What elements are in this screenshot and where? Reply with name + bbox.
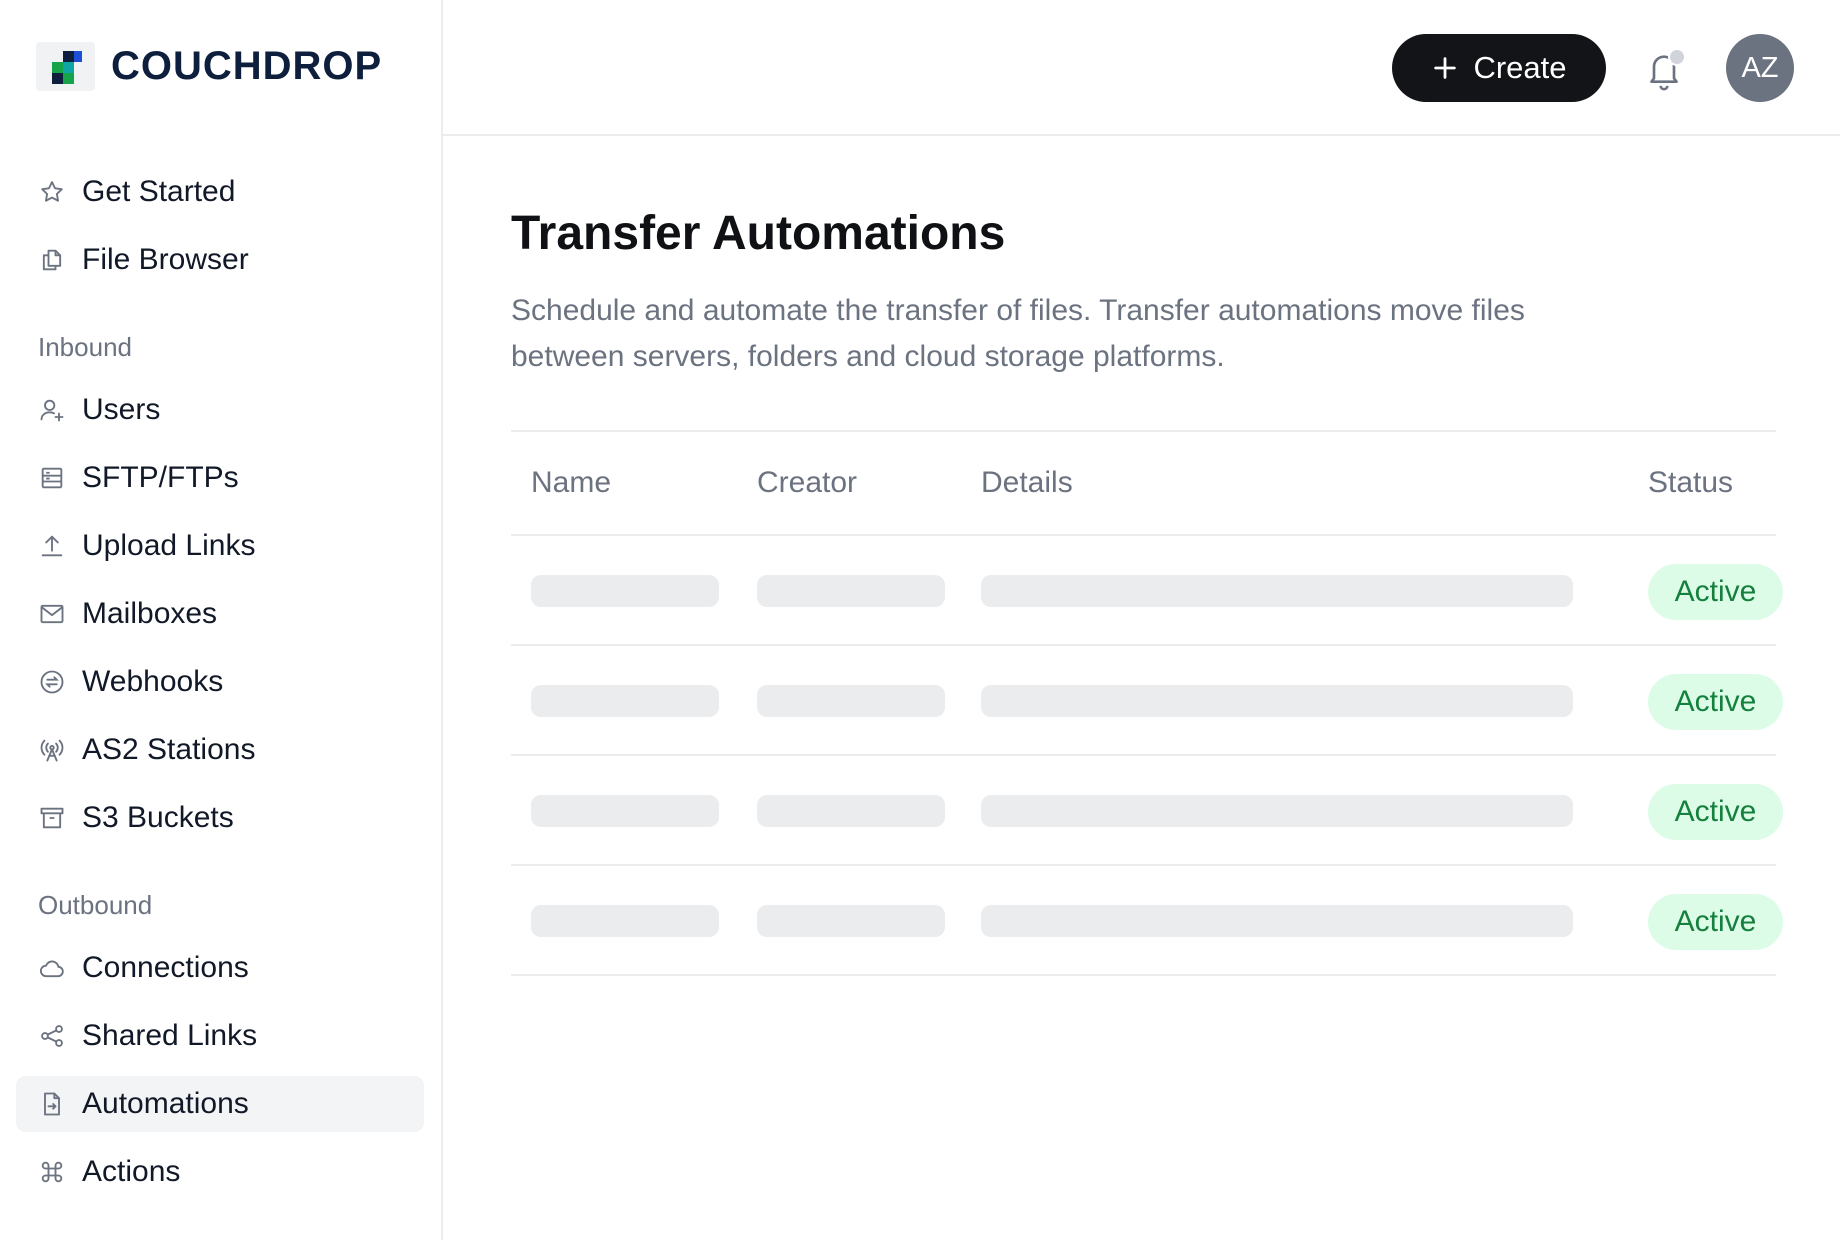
sidebar-item-label: S3 Buckets bbox=[82, 801, 234, 834]
column-header-name[interactable]: Name bbox=[531, 466, 611, 500]
sidebar-item-label: Upload Links bbox=[82, 529, 256, 562]
sidebar-item-label: SFTP/FTPs bbox=[82, 461, 239, 494]
user-plus-icon bbox=[36, 394, 68, 426]
notifications-bell[interactable] bbox=[1644, 48, 1686, 92]
notification-dot bbox=[1668, 48, 1686, 66]
upload-icon bbox=[36, 530, 68, 562]
table-row[interactable]: Active bbox=[511, 536, 1783, 646]
create-button-label: Create bbox=[1473, 50, 1567, 85]
sidebar-item-users[interactable]: Users bbox=[16, 382, 424, 438]
sidebar-item-label: Users bbox=[82, 393, 161, 426]
name-skeleton bbox=[531, 795, 719, 827]
table-row[interactable]: Active bbox=[511, 646, 1783, 756]
status-badge: Active bbox=[1648, 894, 1783, 950]
command-icon bbox=[36, 1156, 68, 1188]
table-row[interactable]: Active bbox=[511, 756, 1783, 866]
brand-logo[interactable]: COUCHDROP bbox=[36, 42, 382, 91]
plus-icon bbox=[1431, 54, 1459, 82]
details-skeleton bbox=[981, 575, 1573, 607]
create-button[interactable]: Create bbox=[1392, 34, 1606, 102]
details-skeleton bbox=[981, 795, 1573, 827]
creator-skeleton bbox=[757, 795, 945, 827]
column-header-details[interactable]: Details bbox=[981, 466, 1073, 500]
table-row[interactable]: Active bbox=[511, 866, 1783, 976]
details-skeleton bbox=[981, 685, 1573, 717]
column-header-status[interactable]: Status bbox=[1648, 466, 1733, 500]
column-header-creator[interactable]: Creator bbox=[757, 466, 857, 500]
mail-icon bbox=[36, 598, 68, 630]
sidebar-item-label: AS2 Stations bbox=[82, 733, 256, 766]
main-content: Create AZ Transfer Automations Schedule … bbox=[443, 0, 1840, 1240]
brand-name: COUCHDROP bbox=[111, 44, 383, 88]
bell-icon bbox=[1644, 55, 1684, 96]
webhook-icon bbox=[36, 666, 68, 698]
creator-skeleton bbox=[757, 575, 945, 607]
sidebar-item-label: File Browser bbox=[82, 243, 249, 276]
sidebar-item-label: Get Started bbox=[82, 175, 236, 208]
sidebar-item-mailboxes[interactable]: Mailboxes bbox=[16, 586, 424, 642]
section-label-outbound: Outbound bbox=[38, 890, 153, 920]
files-icon bbox=[36, 244, 68, 276]
details-skeleton bbox=[981, 905, 1573, 937]
sidebar-item-connections[interactable]: Connections bbox=[16, 940, 424, 996]
sidebar-item-webhooks[interactable]: Webhooks bbox=[16, 654, 424, 710]
share-icon bbox=[36, 1020, 68, 1052]
sidebar-item-shared-links[interactable]: Shared Links bbox=[16, 1008, 424, 1064]
sidebar-item-label: Automations bbox=[82, 1087, 249, 1120]
sidebar-item-file-browser[interactable]: File Browser bbox=[16, 232, 424, 288]
sidebar-item-automations[interactable]: Automations bbox=[16, 1076, 424, 1132]
sidebar-item-get-started[interactable]: Get Started bbox=[16, 164, 424, 220]
cloud-icon bbox=[36, 952, 68, 984]
sidebar-item-label: Webhooks bbox=[82, 665, 224, 698]
section-label-inbound: Inbound bbox=[38, 332, 132, 362]
sidebar-item-label: Shared Links bbox=[82, 1019, 258, 1052]
automations-table: Name Creator Details Status Active Activ… bbox=[511, 430, 1783, 976]
avatar[interactable]: AZ bbox=[1726, 34, 1794, 102]
top-bar: Create AZ bbox=[443, 0, 1840, 136]
creator-skeleton bbox=[757, 685, 945, 717]
page-description: Schedule and automate the transfer of fi… bbox=[511, 294, 1525, 373]
creator-skeleton bbox=[757, 905, 945, 937]
status-badge: Active bbox=[1648, 564, 1783, 620]
server-icon bbox=[36, 462, 68, 494]
sidebar: COUCHDROP Get Started File Browser Inbou… bbox=[0, 0, 443, 1240]
archive-icon bbox=[36, 802, 68, 834]
sidebar-item-label: Actions bbox=[82, 1155, 181, 1188]
sidebar-item-sftp[interactable]: SFTP/FTPs bbox=[16, 450, 424, 506]
sidebar-item-s3-buckets[interactable]: S3 Buckets bbox=[16, 790, 424, 846]
app-root: COUCHDROP Get Started File Browser Inbou… bbox=[0, 0, 1840, 1240]
page-title: Transfer Automations bbox=[511, 207, 1006, 260]
couchdrop-logo-icon bbox=[36, 42, 95, 91]
table-header: Name Creator Details Status bbox=[511, 432, 1776, 536]
star-icon bbox=[36, 176, 68, 208]
status-badge: Active bbox=[1648, 674, 1783, 730]
name-skeleton bbox=[531, 905, 719, 937]
name-skeleton bbox=[531, 685, 719, 717]
sidebar-item-as2-stations[interactable]: AS2 Stations bbox=[16, 722, 424, 778]
antenna-icon bbox=[36, 734, 68, 766]
sidebar-item-label: Connections bbox=[82, 951, 249, 984]
name-skeleton bbox=[531, 575, 719, 607]
file-arrow-icon bbox=[36, 1088, 68, 1120]
sidebar-item-label: Mailboxes bbox=[82, 597, 218, 630]
status-badge: Active bbox=[1648, 784, 1783, 840]
sidebar-item-upload-links[interactable]: Upload Links bbox=[16, 518, 424, 574]
sidebar-item-actions[interactable]: Actions bbox=[16, 1144, 424, 1200]
